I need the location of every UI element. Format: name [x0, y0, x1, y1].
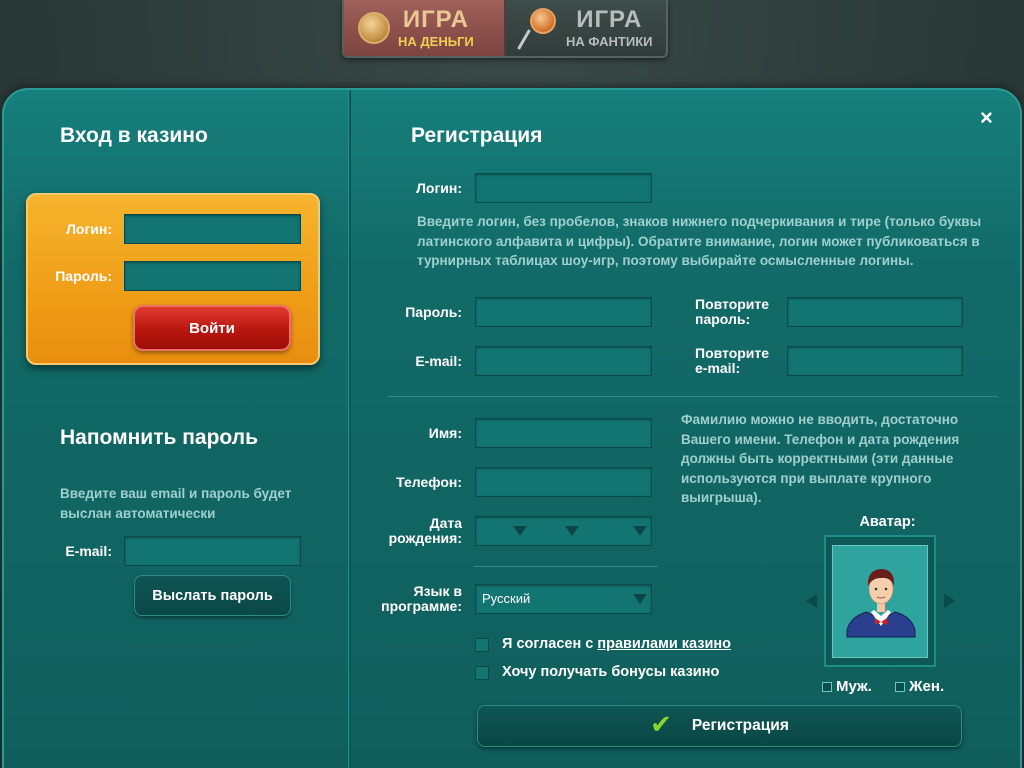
tab-play-money-subtitle: НА ДЕНЬГИ [398, 34, 474, 49]
phone-label: Телефон: [396, 474, 462, 490]
phone-input[interactable] [475, 467, 652, 497]
tab-play-candy-subtitle: НА ФАНТИКИ [566, 34, 653, 49]
gender-male-label: Муж. [836, 678, 872, 695]
language-select-value: Русский [482, 591, 531, 606]
remind-email-input[interactable] [124, 536, 301, 566]
gender-female-label: Жен. [909, 678, 945, 695]
avatar-prev-arrow-icon[interactable] [806, 594, 817, 608]
login-input[interactable] [124, 214, 301, 244]
bonus-label: Хочу получать бонусы казино [502, 664, 720, 680]
section-divider [388, 396, 998, 397]
reg-email-input[interactable] [475, 346, 652, 376]
tab-play-candy[interactable]: ИГРА НА ФАНТИКИ [506, 0, 666, 56]
personal-hint: Фамилию можно не вводить, достаточно Ваш… [681, 412, 960, 505]
tab-play-money[interactable]: ИГРА НА ДЕНЬГИ [344, 0, 506, 56]
agree-label: Я согласен с правилами казино [502, 636, 732, 652]
remind-email-label: E-mail: [65, 543, 112, 559]
repeat-email-input[interactable] [787, 346, 963, 376]
register-button-label: Регистрация [691, 717, 789, 734]
man-avatar-icon [846, 569, 916, 638]
login-button[interactable]: Войти [133, 305, 291, 351]
name-label: Имя: [428, 425, 462, 441]
name-input[interactable] [475, 418, 652, 448]
birth-date-select[interactable] [475, 516, 652, 546]
remind-title: Напомнить пароль [60, 426, 258, 449]
coin-icon [358, 12, 390, 44]
reg-password-label: Пароль: [405, 304, 462, 320]
birth-year-chevron-down-icon[interactable] [633, 526, 647, 536]
register-button[interactable]: ✔ Регистрация [477, 705, 962, 747]
birth-date-label: Дата рождения: [388, 515, 462, 546]
agree-checkbox[interactable] [475, 638, 489, 652]
reg-email-label: E-mail: [415, 353, 462, 369]
language-label: Язык в программе: [381, 583, 462, 614]
checkmark-icon: ✔ [650, 708, 672, 739]
gender-male-radio[interactable] [822, 682, 832, 692]
register-title: Регистрация [411, 124, 543, 147]
login-title: Вход в казино [60, 124, 208, 147]
language-divider [474, 566, 658, 567]
avatar-label: Аватар: [859, 514, 916, 530]
reg-login-label: Логин: [416, 180, 462, 196]
lollipop-icon [517, 6, 560, 50]
birth-day-chevron-down-icon[interactable] [513, 526, 527, 536]
password-label: Пароль: [55, 268, 112, 284]
tab-play-candy-title: ИГРА [576, 6, 643, 33]
repeat-password-input[interactable] [787, 297, 963, 327]
close-icon[interactable]: × [980, 105, 993, 131]
column-divider [348, 90, 351, 768]
reg-password-input[interactable] [475, 297, 652, 327]
tab-play-money-title: ИГРА [402, 6, 469, 33]
repeat-password-label: Повторите пароль: [695, 296, 770, 327]
reg-login-hint: Введите логин, без пробелов, знаков нижн… [417, 214, 982, 268]
avatar-next-arrow-icon[interactable] [944, 594, 955, 608]
password-input[interactable] [124, 261, 301, 291]
birth-month-chevron-down-icon[interactable] [565, 526, 579, 536]
send-password-button[interactable]: Выслать пароль [134, 575, 291, 616]
avatar [832, 545, 928, 658]
repeat-email-label: Повторите e-mail: [695, 345, 770, 376]
gender-female-radio[interactable] [895, 682, 905, 692]
login-label: Логин: [66, 221, 112, 237]
casino-rules-link[interactable]: правилами казино [597, 636, 731, 652]
bonus-checkbox[interactable] [475, 666, 489, 680]
language-chevron-down-icon[interactable] [633, 594, 647, 604]
remind-hint: Введите ваш email и пароль будет выслан … [60, 486, 292, 521]
top-tab-bar: ИГРА НА ДЕНЬГИ ИГРА НА ФАНТИКИ [342, 0, 668, 58]
reg-login-input[interactable] [475, 173, 652, 203]
